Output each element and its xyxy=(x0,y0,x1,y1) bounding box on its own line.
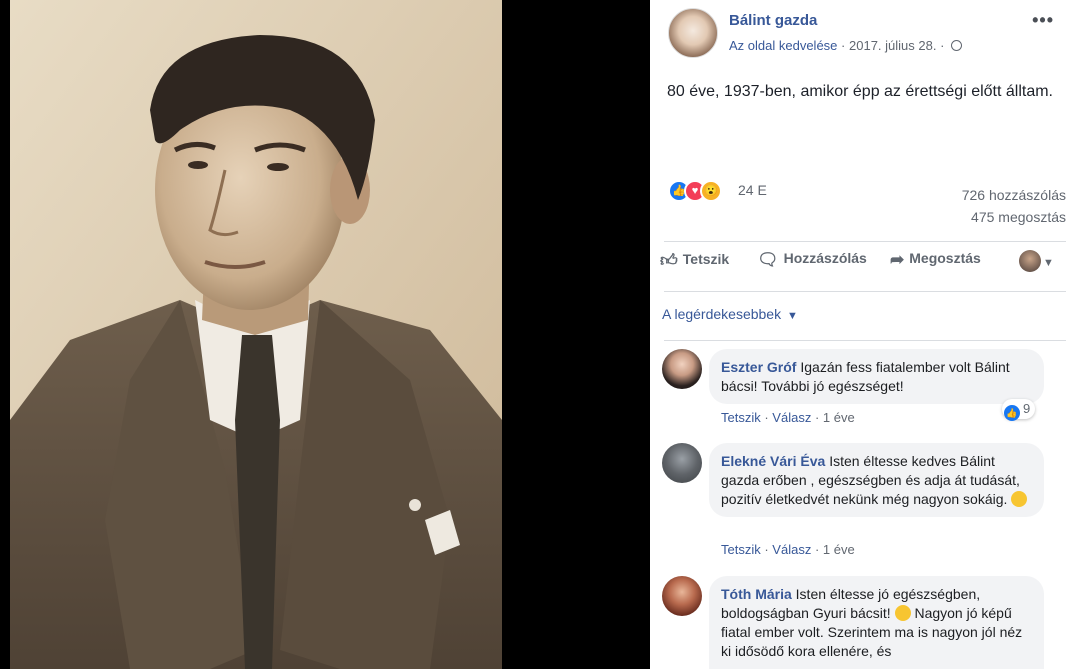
comment-actions: Tetszik · Válasz · 1 éve xyxy=(721,542,855,557)
comment-time[interactable]: 1 éve xyxy=(823,410,855,425)
comment-reply-link[interactable]: Válasz xyxy=(772,410,811,425)
action-bar: 👍︎ Tetszik 🗨︎ Hozzászólás ➦ Megosztás ▼ xyxy=(660,250,1070,284)
comment-author[interactable]: Eszter Gróf xyxy=(721,359,796,375)
like-button-label: Tetszik xyxy=(682,251,730,267)
comment-bubble: Tóth Mária Isten éltesse jó egészségben,… xyxy=(709,576,1044,669)
post-panel: Bálint gazda Az oldal kedvelése · 2017. … xyxy=(650,0,1080,669)
avatar xyxy=(1019,250,1041,272)
meta-separator: · xyxy=(940,38,945,53)
smile-emoji-icon xyxy=(894,605,911,621)
reaction-count[interactable]: 24 E xyxy=(738,182,767,198)
more-options-icon[interactable]: ••• xyxy=(1032,10,1054,31)
comment-reply-link[interactable]: Válasz xyxy=(772,542,811,557)
comment-bubble: Eszter Gróf Igazán fess fiatalember volt… xyxy=(709,349,1044,404)
comment-item: Elekné Vári Éva Isten éltesse kedves Bál… xyxy=(662,443,1067,563)
sort-label: A legérdekesebbek xyxy=(662,306,782,322)
share-button-label: Megosztás xyxy=(909,250,981,266)
share-button[interactable]: ➦ Megosztás xyxy=(890,250,981,284)
comment-time[interactable]: 1 éve xyxy=(823,542,855,557)
like-page-link[interactable]: Az oldal kedvelése xyxy=(729,38,837,53)
comment-author[interactable]: Elekné Vári Éva xyxy=(721,453,825,469)
avatar[interactable] xyxy=(662,576,702,616)
avatar[interactable] xyxy=(662,443,702,483)
caret-down-icon: ▼ xyxy=(786,310,798,322)
comment-actions: Tetszik · Válasz · 1 éve xyxy=(721,410,855,425)
comment-author[interactable]: Tóth Mária xyxy=(721,586,792,602)
avatar[interactable] xyxy=(662,349,702,389)
comment-item: Tóth Mária Isten éltesse jó egészségben,… xyxy=(662,576,1067,669)
thumbs-up-icon: 👍︎ xyxy=(660,251,678,270)
smile-emoji-icon xyxy=(1011,491,1028,507)
like-button[interactable]: 👍︎ Tetszik xyxy=(660,250,729,284)
divider xyxy=(664,291,1066,292)
share-arrow-icon: ➦ xyxy=(890,250,905,269)
post-text: 80 éve, 1937-ben, amikor épp az érettség… xyxy=(667,83,1053,100)
post-date[interactable]: 2017. július 28. xyxy=(849,38,936,53)
divider xyxy=(664,241,1066,242)
meta-separator: · xyxy=(841,38,846,53)
comment-count[interactable]: 726 hozzászólás xyxy=(962,184,1066,206)
wow-reaction-icon: 😮 xyxy=(700,180,722,202)
comment-item: Eszter Gróf Igazán fess fiatalember volt… xyxy=(662,349,1067,429)
audience-selector[interactable]: ▼ xyxy=(1019,250,1054,284)
comment-like-link[interactable]: Tetszik xyxy=(721,542,761,557)
comment-sort-dropdown[interactable]: A legérdekesebbek ▼ xyxy=(662,306,798,322)
photo-viewer xyxy=(0,0,650,669)
caret-down-icon: ▼ xyxy=(1043,257,1054,269)
page-name-link[interactable]: Bálint gazda xyxy=(729,12,817,29)
share-count[interactable]: 475 megosztás xyxy=(962,206,1066,228)
post-photo[interactable] xyxy=(10,0,502,669)
comment-button[interactable]: 🗨︎ Hozzászólás xyxy=(757,250,867,284)
comment-reaction-count[interactable]: 👍 9 xyxy=(1002,399,1036,421)
divider xyxy=(664,340,1066,341)
engagement-counts: 726 hozzászólás 475 megosztás xyxy=(962,184,1066,228)
portrait-illustration xyxy=(10,0,502,669)
comment-bubble: Elekné Vári Éva Isten éltesse kedves Bál… xyxy=(709,443,1044,517)
post-header: Bálint gazda Az oldal kedvelése · 2017. … xyxy=(668,6,1068,58)
page-avatar[interactable] xyxy=(668,8,718,58)
comment-button-label: Hozzászólás xyxy=(783,250,867,266)
post-meta: Az oldal kedvelése · 2017. július 28. · xyxy=(729,38,963,53)
globe-icon xyxy=(951,40,963,51)
comment-reaction-number: 9 xyxy=(1023,401,1031,416)
speech-bubble-icon: 🗨︎ xyxy=(757,250,779,269)
comment-like-link[interactable]: Tetszik xyxy=(721,410,761,425)
like-reaction-icon: 👍 xyxy=(1004,405,1020,421)
